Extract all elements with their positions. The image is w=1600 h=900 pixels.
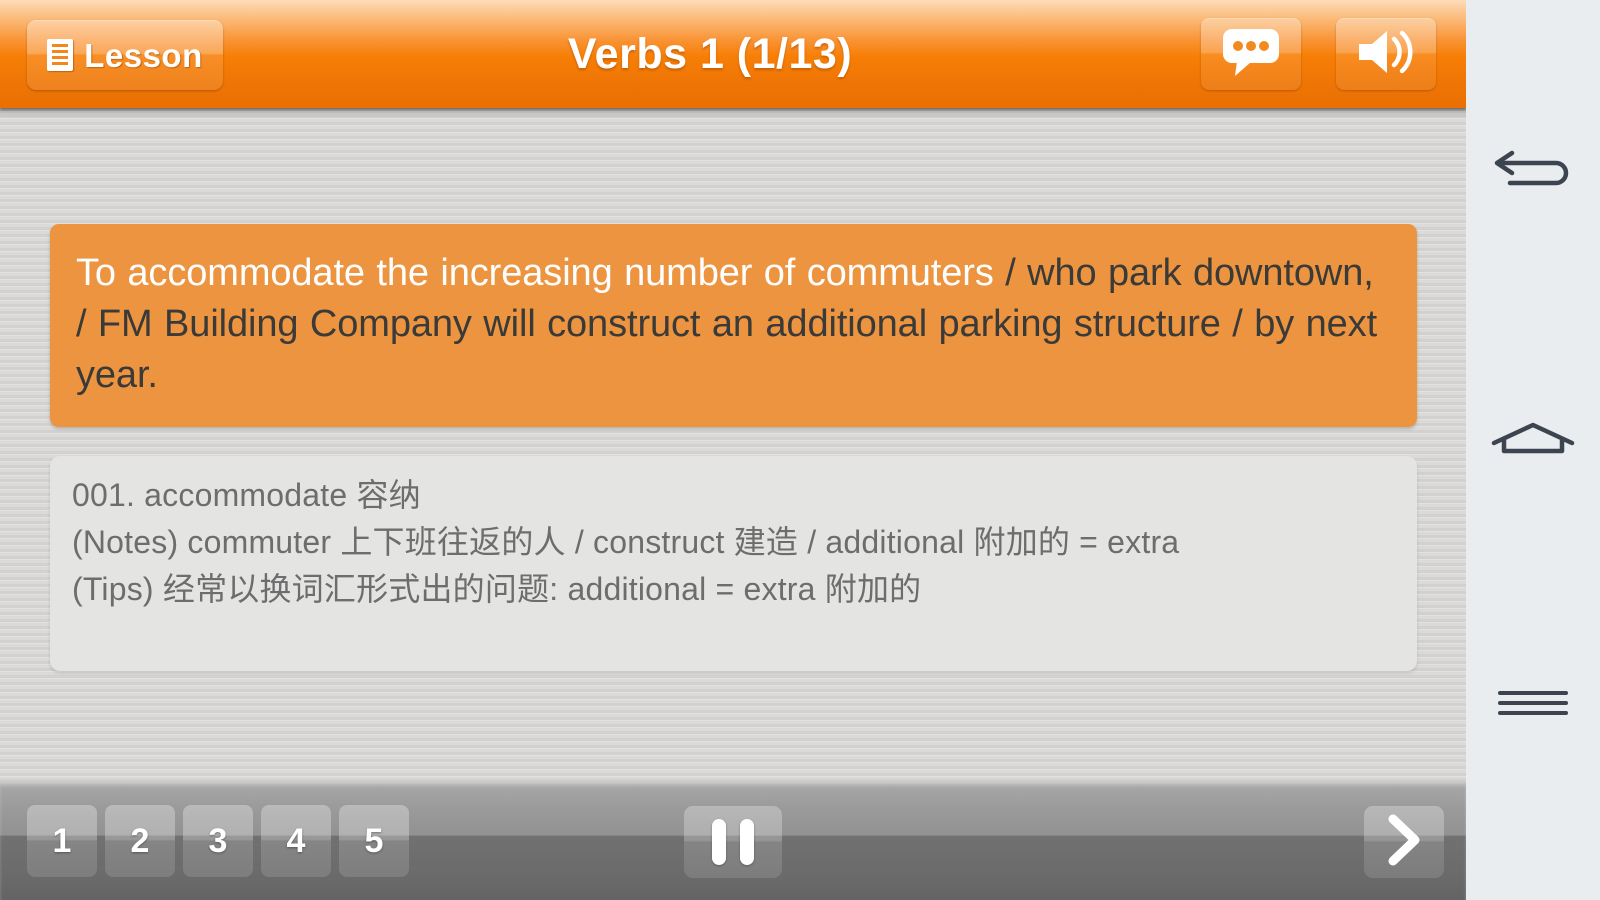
player-toolbar: 1 2 3 4 5 — [0, 778, 1466, 900]
back-arrow-icon — [1490, 150, 1576, 195]
note-line-notes: (Notes) commuter 上下班往返的人 / construct 建造 … — [72, 524, 1180, 561]
lesson-content-area: To accommodate the increasing number of … — [0, 108, 1466, 784]
speaker-volume-icon — [1355, 28, 1417, 81]
nav-home-button[interactable] — [1466, 380, 1600, 500]
sentence-card[interactable]: To accommodate the increasing number of … — [50, 224, 1417, 427]
speed-button-3[interactable]: 3 — [183, 805, 253, 877]
sentence-highlight: To accommodate the increasing number of … — [76, 252, 994, 294]
app-header: Lesson Verbs 1 (1/13) — [0, 0, 1466, 108]
lesson-button[interactable]: Lesson — [27, 20, 223, 90]
note-line-tips: (Tips) 经常以换词汇形式出的问题: additional = extra … — [72, 571, 922, 608]
device-screen: Lesson Verbs 1 (1/13) To accommodate the… — [0, 0, 1600, 900]
speech-bubble-icon — [1221, 27, 1281, 82]
lesson-button-label: Lesson — [84, 36, 203, 74]
sentence-text: To accommodate the increasing number of … — [76, 248, 1391, 401]
list-document-icon — [47, 39, 74, 71]
page-title: Verbs 1 (1/13) — [567, 29, 853, 78]
android-navigation-bar — [1466, 0, 1600, 900]
note-line-entry: 001. accommodate 容纳 — [72, 477, 421, 513]
chevron-right-icon — [1381, 813, 1427, 872]
app-window: Lesson Verbs 1 (1/13) To accommodate the… — [0, 0, 1466, 900]
home-icon — [1490, 421, 1576, 460]
pause-icon-bar-left — [712, 819, 726, 865]
chat-button[interactable] — [1201, 18, 1301, 90]
speed-button-2[interactable]: 2 — [105, 805, 175, 877]
pause-icon-bar-right — [740, 819, 754, 865]
notes-card[interactable]: 001. accommodate 容纳 (Notes) commuter 上下班… — [50, 456, 1417, 671]
recent-apps-icon — [1497, 688, 1569, 723]
nav-back-button[interactable] — [1466, 112, 1600, 232]
pause-button[interactable] — [684, 806, 782, 878]
nav-recent-apps-button[interactable] — [1466, 645, 1600, 765]
speed-button-4[interactable]: 4 — [261, 805, 331, 877]
next-button[interactable] — [1364, 806, 1444, 878]
sound-button[interactable] — [1336, 18, 1436, 90]
speed-button-1[interactable]: 1 — [27, 805, 97, 877]
speed-button-5[interactable]: 5 — [339, 805, 409, 877]
